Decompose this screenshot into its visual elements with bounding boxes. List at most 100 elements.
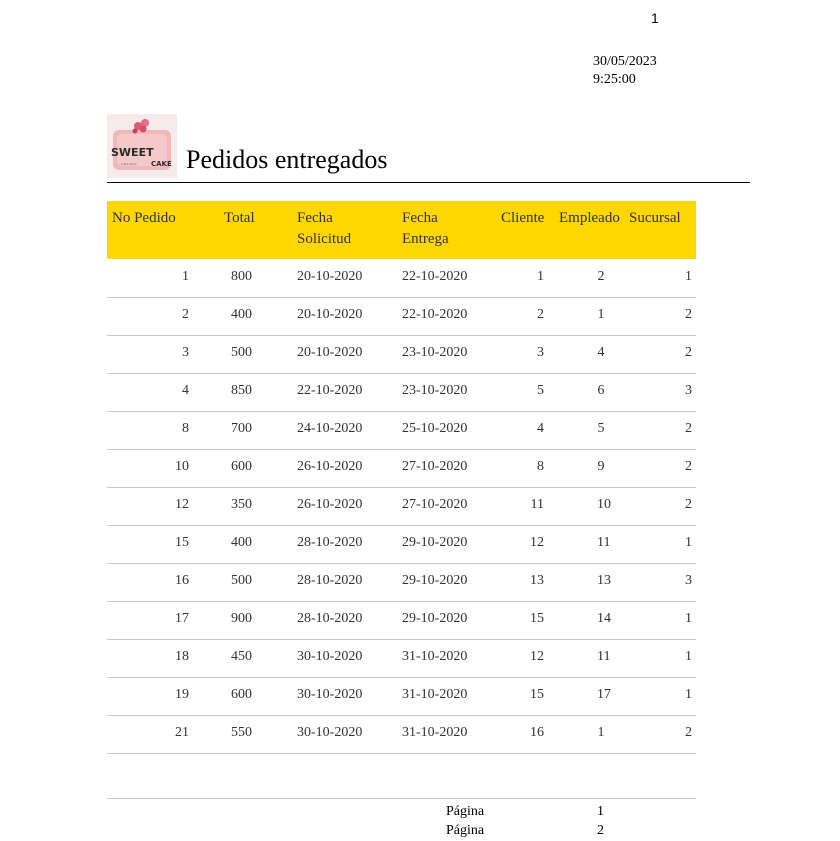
cell-sucursal: 1 bbox=[685, 269, 692, 284]
report-date: 30/05/2023 bbox=[593, 54, 657, 69]
cell-fecha-solicitud: 26-10-2020 bbox=[297, 459, 363, 474]
cell-pedido: 2 bbox=[182, 307, 189, 322]
cell-pedido: 15 bbox=[175, 535, 189, 550]
table-row: 4 850 22-10-2020 23-10-2020 5 6 3 bbox=[107, 373, 696, 412]
cell-fecha-solicitud: 24-10-2020 bbox=[297, 421, 363, 436]
col-header-fecha-entrega-line2: Entrega bbox=[402, 231, 449, 247]
cell-fecha-entrega: 22-10-2020 bbox=[402, 269, 468, 284]
table-row: 15 400 28-10-2020 29-10-2020 12 11 1 bbox=[107, 525, 696, 564]
cell-sucursal: 2 bbox=[685, 725, 692, 740]
cell-pedido: 12 bbox=[175, 497, 189, 512]
cell-empleado: 9 bbox=[597, 459, 605, 474]
cell-fecha-entrega: 27-10-2020 bbox=[402, 497, 468, 512]
cell-pedido: 10 bbox=[175, 459, 189, 474]
cell-pedido: 16 bbox=[175, 573, 189, 588]
cell-total: 600 bbox=[231, 459, 252, 474]
table-row: 19 600 30-10-2020 31-10-2020 15 17 1 bbox=[107, 677, 696, 716]
cell-cliente: 1 bbox=[537, 269, 544, 284]
cell-fecha-solicitud: 20-10-2020 bbox=[297, 269, 363, 284]
cell-empleado: 14 bbox=[597, 611, 611, 626]
cell-total: 500 bbox=[231, 345, 252, 360]
col-header-fecha-entrega: Fecha Entrega bbox=[402, 208, 449, 250]
cell-sucursal: 2 bbox=[685, 421, 692, 436]
cell-pedido: 17 bbox=[175, 611, 189, 626]
table-row: 2 400 20-10-2020 22-10-2020 2 1 2 bbox=[107, 297, 696, 336]
cell-cliente: 13 bbox=[530, 573, 544, 588]
cell-total: 600 bbox=[231, 687, 252, 702]
cell-empleado: 6 bbox=[597, 383, 605, 398]
cell-empleado: 1 bbox=[597, 307, 605, 322]
footer-page-value: 2 bbox=[597, 823, 604, 838]
cell-sucursal: 2 bbox=[685, 459, 692, 474]
table-row: 21 550 30-10-2020 31-10-2020 16 1 2 bbox=[107, 715, 696, 754]
cell-pedido: 19 bbox=[175, 687, 189, 702]
cell-fecha-entrega: 29-10-2020 bbox=[402, 535, 468, 550]
cell-fecha-entrega: 31-10-2020 bbox=[402, 725, 468, 740]
cell-empleado: 11 bbox=[597, 535, 611, 550]
report-time: 9:25:00 bbox=[593, 72, 636, 87]
cell-sucursal: 3 bbox=[685, 383, 692, 398]
col-header-fecha-solicitud-line1: Fecha bbox=[297, 210, 333, 226]
cell-total: 700 bbox=[231, 421, 252, 436]
cell-empleado: 17 bbox=[597, 687, 611, 702]
cell-pedido: 21 bbox=[175, 725, 189, 740]
cell-fecha-solicitud: 20-10-2020 bbox=[297, 345, 363, 360]
cell-fecha-solicitud: 28-10-2020 bbox=[297, 573, 363, 588]
footer-divider bbox=[107, 798, 696, 799]
cell-cliente: 15 bbox=[530, 611, 544, 626]
cell-fecha-entrega: 31-10-2020 bbox=[402, 649, 468, 664]
cell-cliente: 15 bbox=[530, 687, 544, 702]
cell-fecha-solicitud: 26-10-2020 bbox=[297, 497, 363, 512]
col-header-empleado: Empleado bbox=[559, 210, 620, 226]
cell-total: 850 bbox=[231, 383, 252, 398]
cell-fecha-entrega: 25-10-2020 bbox=[402, 421, 468, 436]
cell-cliente: 11 bbox=[530, 497, 544, 512]
cell-empleado: 11 bbox=[597, 649, 611, 664]
logo-text-sub: CAKE bbox=[151, 160, 172, 168]
cell-pedido: 3 bbox=[182, 345, 189, 360]
cell-empleado: 5 bbox=[597, 421, 605, 436]
cell-sucursal: 1 bbox=[685, 611, 692, 626]
cell-fecha-entrega: 27-10-2020 bbox=[402, 459, 468, 474]
cell-total: 400 bbox=[231, 307, 252, 322]
cell-cliente: 5 bbox=[537, 383, 544, 398]
cell-pedido: 1 bbox=[182, 269, 189, 284]
cell-pedido: 8 bbox=[182, 421, 189, 436]
cell-total: 350 bbox=[231, 497, 252, 512]
report-title: Pedidos entregados bbox=[186, 145, 388, 174]
table-row: 17 900 28-10-2020 29-10-2020 15 14 1 bbox=[107, 601, 696, 640]
cell-fecha-solicitud: 22-10-2020 bbox=[297, 383, 363, 398]
cell-sucursal: 1 bbox=[685, 535, 692, 550]
footer-page-label: Página bbox=[446, 804, 485, 819]
cell-empleado: 13 bbox=[597, 573, 611, 588]
sweet-cake-logo: SWEET CAKE Cake shop bbox=[107, 114, 177, 178]
cell-fecha-solicitud: 20-10-2020 bbox=[297, 307, 363, 322]
cell-cliente: 3 bbox=[537, 345, 544, 360]
table-row: 3 500 20-10-2020 23-10-2020 3 4 2 bbox=[107, 335, 696, 374]
cell-total: 450 bbox=[231, 649, 252, 664]
cell-fecha-entrega: 23-10-2020 bbox=[402, 345, 468, 360]
cell-empleado: 2 bbox=[597, 269, 605, 284]
table-row: 8 700 24-10-2020 25-10-2020 4 5 2 bbox=[107, 411, 696, 450]
cell-total: 500 bbox=[231, 573, 252, 588]
logo-text-main: SWEET bbox=[111, 146, 154, 159]
col-header-total: Total bbox=[224, 210, 255, 226]
cell-pedido: 18 bbox=[175, 649, 189, 664]
cell-fecha-entrega: 31-10-2020 bbox=[402, 687, 468, 702]
table-row: 10 600 26-10-2020 27-10-2020 8 9 2 bbox=[107, 449, 696, 488]
sweet-cake-logo-image: SWEET CAKE Cake shop bbox=[107, 114, 177, 178]
col-header-fecha-entrega-line1: Fecha bbox=[402, 210, 438, 226]
cell-fecha-solicitud: 28-10-2020 bbox=[297, 611, 363, 626]
cell-sucursal: 1 bbox=[685, 649, 692, 664]
cell-sucursal: 1 bbox=[685, 687, 692, 702]
col-header-fecha-solicitud-line2: Solicitud bbox=[297, 231, 352, 247]
table-row: 12 350 26-10-2020 27-10-2020 11 10 2 bbox=[107, 487, 696, 526]
cell-total: 400 bbox=[231, 535, 252, 550]
cell-sucursal: 2 bbox=[685, 497, 692, 512]
cell-total: 900 bbox=[231, 611, 252, 626]
cell-fecha-solicitud: 30-10-2020 bbox=[297, 725, 363, 740]
cell-pedido: 4 bbox=[182, 383, 189, 398]
col-header-pedido: No Pedido bbox=[112, 210, 176, 226]
cell-empleado: 1 bbox=[597, 725, 605, 740]
table-row: 18 450 30-10-2020 31-10-2020 12 11 1 bbox=[107, 639, 696, 678]
